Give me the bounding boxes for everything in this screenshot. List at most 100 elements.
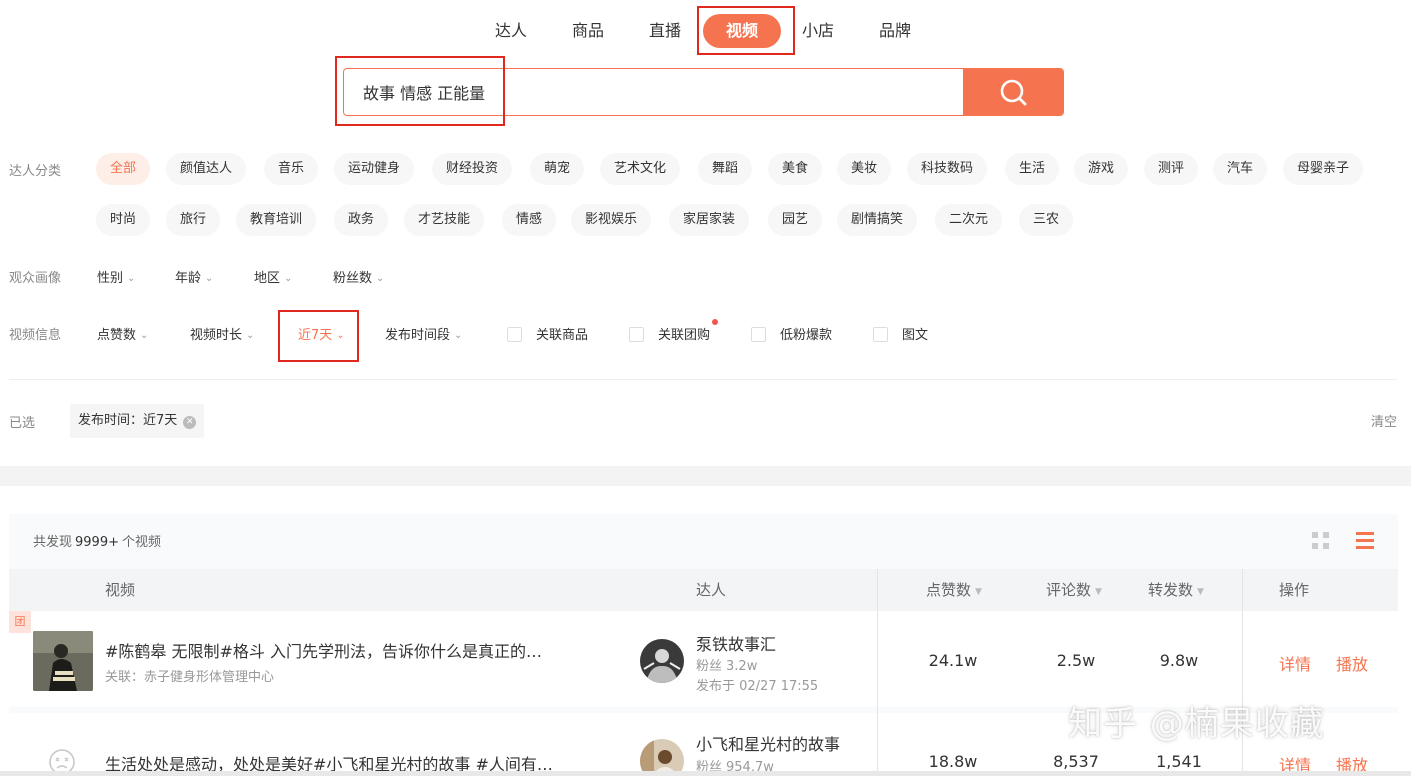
selected-label: 已选 <box>9 416 36 431</box>
category-chip[interactable]: 三农 <box>1019 204 1074 236</box>
tab-shop[interactable]: 小店 <box>802 14 834 48</box>
header-likes[interactable]: 点赞数 ▼ <box>926 569 982 613</box>
creator-name[interactable]: 小飞和星光村的故事 <box>696 731 840 755</box>
header-actions: 操作 <box>1279 581 1310 599</box>
clear-filters-button[interactable]: 清空 <box>1371 411 1397 430</box>
top-nav: 达人 商品 直播 视频 小店 品牌 <box>0 14 1411 48</box>
video-title[interactable]: #陈鹤皋 无限制#格斗 入门先学刑法，告诉你什么是真正的… <box>105 638 542 662</box>
category-chip[interactable]: 美妆 <box>837 153 892 185</box>
dropdown-label: 近7天 <box>298 328 333 343</box>
likes-value: 24.1w <box>928 651 978 670</box>
related-goods-checkbox[interactable]: 关联商品 <box>507 324 588 343</box>
category-chip[interactable]: 科技数码 <box>907 153 988 185</box>
sort-icon: ▼ <box>1197 587 1204 597</box>
detail-link[interactable]: 详情 <box>1279 651 1311 675</box>
section-separator <box>0 466 1411 486</box>
chevron-down-icon: ⌄ <box>336 330 345 341</box>
category-chip[interactable]: 二次元 <box>935 204 1003 236</box>
category-chip[interactable]: 才艺技能 <box>404 204 485 236</box>
category-chip[interactable]: 生活 <box>1005 153 1060 185</box>
creator-name[interactable]: 泵铁故事汇 <box>696 631 776 655</box>
category-chip[interactable]: 运动健身 <box>334 153 415 185</box>
category-chip[interactable]: 园艺 <box>768 204 823 236</box>
play-link[interactable]: 播放 <box>1336 651 1368 675</box>
publish-period-dropdown[interactable]: 发布时间段 ⌄ <box>385 324 462 343</box>
checkbox-box[interactable] <box>751 327 766 342</box>
tab-video[interactable]: 视频 <box>703 14 781 48</box>
divider <box>9 379 1397 380</box>
likes-dropdown[interactable]: 点赞数 ⌄ <box>97 324 148 343</box>
category-chip[interactable]: 颜值达人 <box>166 153 247 185</box>
category-chip[interactable]: 教育培训 <box>236 204 317 236</box>
chevron-down-icon: ⌄ <box>205 273 214 284</box>
tab-products[interactable]: 商品 <box>572 14 604 48</box>
search-bar <box>343 68 1064 116</box>
avatar[interactable] <box>640 639 684 683</box>
dropdown-label: 点赞数 <box>97 328 137 343</box>
category-label: 达人分类 <box>9 164 62 179</box>
category-chip[interactable]: 母婴亲子 <box>1283 153 1364 185</box>
checkbox-box[interactable] <box>873 327 888 342</box>
category-chip[interactable]: 汽车 <box>1213 153 1268 185</box>
tab-brand[interactable]: 品牌 <box>879 14 911 48</box>
dropdown-label: 视频时长 <box>190 328 243 343</box>
table-row[interactable]: 团 #陈鹤皋 无限制#格斗 入门先学刑法，告诉你什么是真正的… 关联：赤子健身形… <box>9 611 1398 707</box>
results-count: 共发现 9999+ 个视频 <box>33 531 161 550</box>
publish-time: 发布于 02/27 17:55 <box>696 679 819 694</box>
category-chip[interactable]: 家居家装 <box>669 204 750 236</box>
category-chip[interactable]: 财经投资 <box>432 153 513 185</box>
group-buy-badge: 团 <box>9 611 31 633</box>
checkbox-label: 图文 <box>902 328 929 343</box>
grid-view-icon[interactable] <box>1312 532 1330 550</box>
remove-filter-icon[interactable]: ✕ <box>183 416 197 429</box>
header-shares[interactable]: 转发数 ▼ <box>1148 569 1204 613</box>
category-chip[interactable]: 艺术文化 <box>600 153 681 185</box>
shares-value: 1,541 <box>1156 752 1202 771</box>
selected-filter-tag: 发布时间：近7天 ✕ <box>70 404 205 438</box>
avatar-image <box>640 639 684 683</box>
results-number: 9999+ <box>75 535 119 550</box>
duration-dropdown[interactable]: 视频时长 ⌄ <box>190 324 254 343</box>
header-shares-label: 转发数 <box>1148 581 1194 599</box>
shares-value: 9.8w <box>1159 651 1199 670</box>
header-comments[interactable]: 评论数 ▼ <box>1046 569 1102 613</box>
category-chip[interactable]: 情感 <box>502 204 557 236</box>
category-chip[interactable]: 测评 <box>1144 153 1199 185</box>
category-chip[interactable]: 剧情搞笑 <box>837 204 918 236</box>
column-separator <box>877 569 878 776</box>
checkbox-box[interactable] <box>507 327 522 342</box>
list-view-icon[interactable] <box>1356 532 1374 550</box>
category-chip[interactable]: 美食 <box>768 153 823 185</box>
region-dropdown[interactable]: 地区 ⌄ <box>254 267 292 286</box>
comments-value: 8,537 <box>1053 752 1099 771</box>
gender-dropdown[interactable]: 性别 ⌄ <box>97 267 135 286</box>
category-chip[interactable]: 游戏 <box>1074 153 1129 185</box>
fans-dropdown[interactable]: 粉丝数 ⌄ <box>333 267 384 286</box>
category-chip[interactable]: 旅行 <box>166 204 221 236</box>
search-button[interactable] <box>963 69 1063 115</box>
low-fans-hit-checkbox[interactable]: 低粉爆款 <box>751 324 832 343</box>
category-chip[interactable]: 时尚 <box>96 204 151 236</box>
tab-creators[interactable]: 达人 <box>495 14 527 48</box>
image-text-checkbox[interactable]: 图文 <box>873 324 928 343</box>
checkbox-label: 低粉爆款 <box>780 328 833 343</box>
group-buy-checkbox[interactable]: 关联团购 <box>629 324 710 343</box>
chevron-down-icon: ⌄ <box>454 330 463 341</box>
dropdown-label: 粉丝数 <box>333 271 373 286</box>
age-dropdown[interactable]: 年龄 ⌄ <box>175 267 213 286</box>
thumbnail-image <box>33 631 93 691</box>
category-chip[interactable]: 政务 <box>334 204 389 236</box>
chevron-down-icon: ⌄ <box>127 273 136 284</box>
date-range-dropdown[interactable]: 近7天 ⌄ <box>298 324 345 343</box>
category-chip[interactable]: 音乐 <box>264 153 319 185</box>
video-thumbnail[interactable] <box>33 631 93 691</box>
tab-live[interactable]: 直播 <box>649 14 681 48</box>
likes-value: 18.8w <box>928 752 978 771</box>
category-chip[interactable]: 全部 <box>96 153 151 185</box>
category-chip[interactable]: 舞蹈 <box>698 153 753 185</box>
category-chip[interactable]: 影视娱乐 <box>571 204 652 236</box>
checkbox-box[interactable] <box>629 327 644 342</box>
category-chip[interactable]: 萌宠 <box>530 153 585 185</box>
search-input[interactable] <box>344 69 964 115</box>
watermark: 知乎 @楠果收藏 <box>1068 704 1325 744</box>
